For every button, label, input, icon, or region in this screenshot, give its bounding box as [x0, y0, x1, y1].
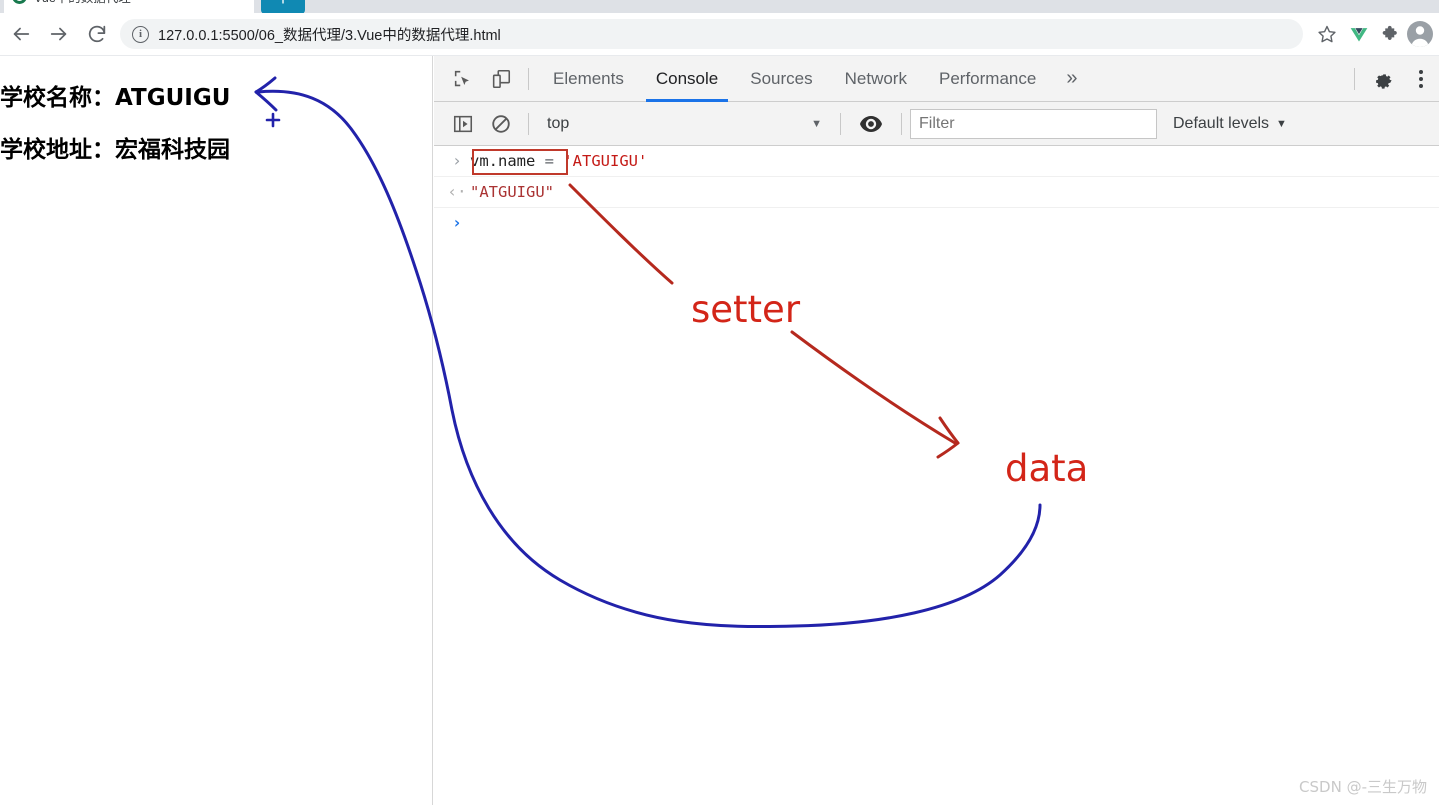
- prompt-arrow-icon: ›: [452, 213, 462, 232]
- expression-identifier: vm.name: [470, 152, 536, 170]
- kebab-menu-icon[interactable]: [1403, 69, 1439, 88]
- inspect-element-icon[interactable]: [444, 60, 482, 98]
- divider: [1354, 67, 1355, 90]
- avatar[interactable]: [1407, 21, 1433, 47]
- tab-elements[interactable]: Elements: [537, 56, 640, 102]
- star-icon[interactable]: [1311, 18, 1343, 50]
- tab-network[interactable]: Network: [829, 56, 923, 102]
- eye-icon[interactable]: [849, 115, 893, 133]
- console-context-selector[interactable]: top ▼: [537, 109, 832, 139]
- forward-arrow-icon[interactable]: [42, 17, 76, 51]
- console-expression: vm.name = 'ATGUIGU': [470, 150, 647, 172]
- watermark: CSDN @-三生万物: [1299, 778, 1427, 796]
- page-viewport: 学校名称：ATGUIGU 学校地址：宏福科技园: [0, 56, 433, 805]
- devtools-tabbar-right: [1346, 67, 1439, 91]
- puzzle-icon[interactable]: [1375, 18, 1407, 50]
- school-name-line: 学校名称：ATGUIGU: [0, 85, 231, 111]
- device-toolbar-icon[interactable]: [482, 60, 520, 98]
- input-arrow-icon: ›: [452, 151, 462, 170]
- console-input-row[interactable]: › vm.name = 'ATGUIGU': [434, 146, 1439, 177]
- divider: [840, 112, 841, 135]
- divider: [901, 112, 902, 135]
- filter-input[interactable]: [910, 108, 1157, 139]
- gear-icon[interactable]: [1363, 67, 1403, 91]
- console-result-row: ‹· "ATGUIGU": [434, 177, 1439, 208]
- more-tabs-icon[interactable]: »: [1052, 56, 1091, 102]
- tab-strip: Vue中的数据代理 × +: [0, 0, 1439, 13]
- console-context-value: top: [547, 114, 570, 132]
- console-output: › vm.name = 'ATGUIGU' ‹· "ATGUIGU" ›: [434, 146, 1439, 238]
- divider: [528, 112, 529, 135]
- url-text: 127.0.0.1:5500/06_数据代理/3.Vue中的数据代理.html: [158, 27, 501, 44]
- browser-toolbar: i 127.0.0.1:5500/06_数据代理/3.Vue中的数据代理.htm…: [0, 13, 1439, 56]
- console-prompt-row[interactable]: ›: [434, 208, 1439, 238]
- chevron-down-icon: ▼: [1276, 117, 1287, 130]
- devtools-tabbar: Elements Console Sources Network Perform…: [434, 56, 1439, 102]
- expression-value: 'ATGUIGU': [563, 152, 648, 170]
- back-arrow-icon[interactable]: [4, 17, 38, 51]
- devtools-panel: Elements Console Sources Network Perform…: [434, 56, 1439, 805]
- tab-console[interactable]: Console: [640, 56, 734, 102]
- school-address-line: 学校地址：宏福科技园: [0, 137, 230, 163]
- output-arrow-icon: ‹·: [447, 182, 467, 201]
- tab-performance[interactable]: Performance: [923, 56, 1052, 102]
- close-icon[interactable]: ×: [239, 0, 246, 3]
- log-levels-label: Default levels: [1173, 114, 1270, 132]
- log-levels-selector[interactable]: Default levels ▼: [1173, 115, 1287, 133]
- vue-devtools-icon[interactable]: [1343, 18, 1375, 50]
- new-tab-button[interactable]: +: [261, 0, 305, 13]
- console-result-value: "ATGUIGU": [470, 183, 554, 201]
- vue-logo-icon: [12, 0, 27, 4]
- site-info-icon[interactable]: i: [132, 25, 149, 43]
- browser-window: Vue中的数据代理 × + i 127.0.0.1:5500/06_数据代理/3…: [0, 0, 1439, 805]
- chevron-down-icon: ▼: [811, 117, 822, 130]
- address-bar[interactable]: i 127.0.0.1:5500/06_数据代理/3.Vue中的数据代理.htm…: [120, 19, 1303, 49]
- clear-console-icon[interactable]: [482, 105, 520, 143]
- browser-tab[interactable]: Vue中的数据代理 ×: [4, 0, 254, 13]
- tab-title: Vue中的数据代理: [34, 0, 131, 6]
- expression-operator: =: [535, 152, 564, 170]
- console-filter-bar: top ▼ Default levels ▼: [434, 102, 1439, 146]
- divider: [528, 67, 529, 90]
- console-sidebar-icon[interactable]: [444, 105, 482, 143]
- tab-sources[interactable]: Sources: [734, 56, 828, 102]
- reload-icon[interactable]: [80, 17, 114, 51]
